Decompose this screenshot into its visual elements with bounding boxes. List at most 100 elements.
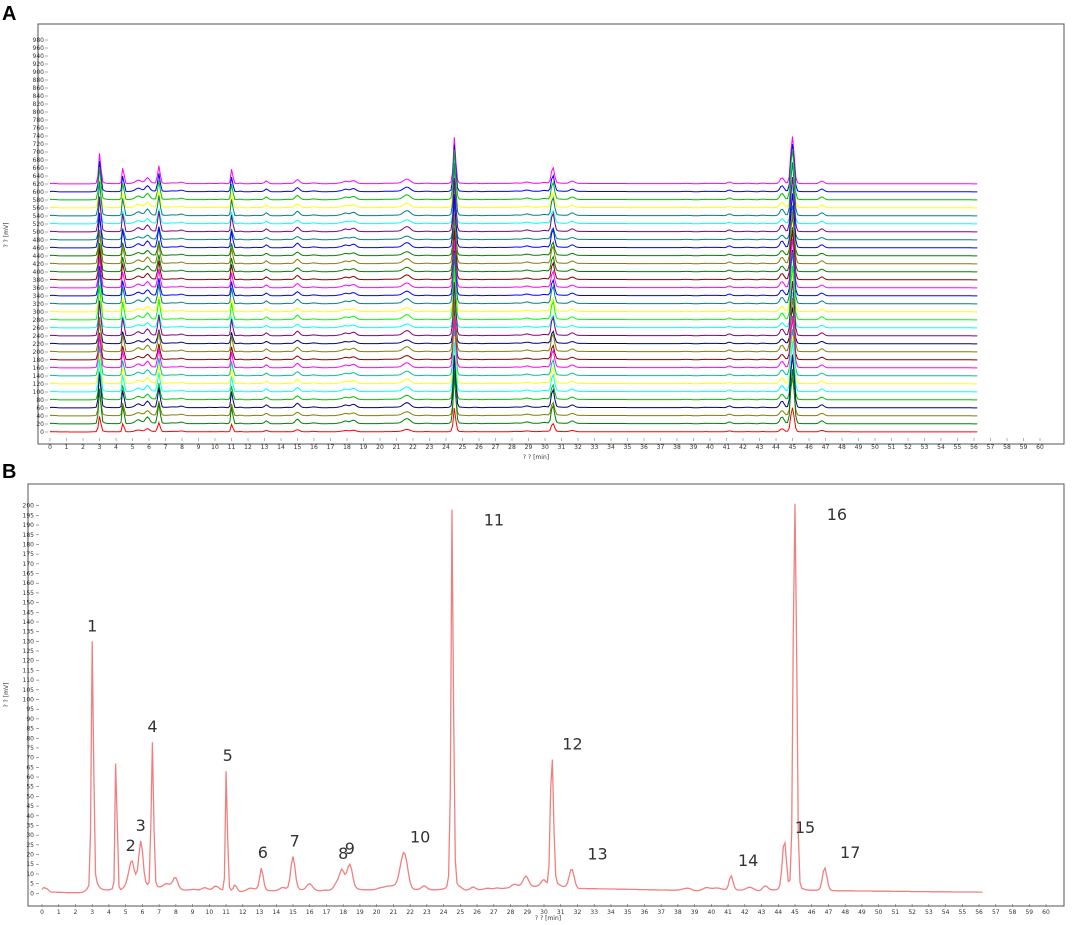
panel-b-y-tick-label: 40 bbox=[26, 813, 34, 820]
panel-a-x-tick-label: 52 bbox=[904, 444, 912, 451]
panel-a-y-tick-label: 680 bbox=[33, 157, 45, 164]
panel-b-y-tick-label: 0 bbox=[30, 890, 34, 897]
panel-a-y-tick-label: 840 bbox=[33, 93, 45, 100]
panel-a-y-tick-label: 380 bbox=[33, 277, 45, 284]
panel-b-y-tick-label: 60 bbox=[26, 774, 34, 781]
panel-b-x-tick-label: 60 bbox=[1042, 909, 1050, 916]
panel-a-y-tick-label: 320 bbox=[33, 301, 45, 308]
panel-b-peak-label-9: 9 bbox=[345, 839, 355, 858]
panel-a-x-tick-label: 42 bbox=[739, 444, 747, 451]
panel-b-y-tick-label: 25 bbox=[26, 842, 34, 849]
panel-b-x-tick-label: 24 bbox=[440, 909, 448, 916]
panel-b-x-tick-label: 21 bbox=[390, 909, 398, 916]
panel-a-x-tick-label: 43 bbox=[756, 444, 764, 451]
panel-b-x-tick-label: 23 bbox=[423, 909, 431, 916]
panel-a-y-tick-label: 120 bbox=[33, 381, 45, 388]
panel-b-letter: B bbox=[2, 461, 16, 483]
panel-a-y-tick-label: 920 bbox=[33, 61, 45, 68]
panel-a-x-tick-label: 46 bbox=[805, 444, 813, 451]
panel-a-y-tick-label: 440 bbox=[33, 253, 45, 260]
panel-a-y-tick-label: 620 bbox=[33, 181, 45, 188]
panel-a-y-tick-label: 100 bbox=[33, 389, 45, 396]
panel-b-x-tick-label: 14 bbox=[272, 909, 280, 916]
panel-b-y-tick-label: 80 bbox=[26, 735, 34, 742]
panel-b-y-tick-label: 85 bbox=[26, 726, 34, 733]
panel-a-x-tick-label: 13 bbox=[261, 444, 269, 451]
panel-a-x-tick-label: 50 bbox=[871, 444, 879, 451]
panel-a-y-axis-label: ? ? [mV] bbox=[3, 223, 10, 248]
panel-a-x-tick-label: 27 bbox=[492, 444, 500, 451]
panel-b-x-tick-label: 58 bbox=[1009, 909, 1017, 916]
panel-b-x-tick-label: 25 bbox=[457, 909, 465, 916]
panel-b-x-tick-label: 10 bbox=[206, 909, 214, 916]
panel-a-y-tick-label: 560 bbox=[33, 205, 45, 212]
panel-b-frame bbox=[27, 483, 1065, 907]
panel-b-y-tick-label: 180 bbox=[23, 541, 35, 548]
panel-b-x-tick-label: 51 bbox=[892, 909, 900, 916]
panel-a-x-tick-label: 18 bbox=[343, 444, 351, 451]
panel-a-x-tick-label: 59 bbox=[1020, 444, 1028, 451]
panel-a-x-tick-label: 0 bbox=[48, 444, 52, 451]
panel-b-y-tick-label: 160 bbox=[23, 580, 35, 587]
panel-a-y-tick-label: 140 bbox=[33, 373, 45, 380]
panel-a-y-tick-label: 520 bbox=[33, 221, 45, 228]
panel-b-x-tick-label: 17 bbox=[323, 909, 331, 916]
panel-b-x-tick-label: 13 bbox=[256, 909, 264, 916]
panel-a-x-tick-label: 38 bbox=[673, 444, 681, 451]
panel-b-x-tick-label: 5 bbox=[124, 909, 128, 916]
panel-b-x-tick-label: 7 bbox=[157, 909, 161, 916]
panel-a-y-tick-label: 540 bbox=[33, 213, 45, 220]
panel-a-y-tick-label: 700 bbox=[33, 149, 45, 156]
panel-b-x-tick-label: 3 bbox=[90, 909, 94, 916]
panel-b-peak-label-11: 11 bbox=[484, 511, 504, 530]
panel-b-y-tick-label: 150 bbox=[23, 600, 35, 607]
panel-a-y-tick-label: 40 bbox=[36, 413, 44, 420]
panel-a-letter: A bbox=[2, 3, 16, 25]
panel-b-x-tick-label: 16 bbox=[306, 909, 314, 916]
panel-b-peak-label-10: 10 bbox=[410, 828, 430, 847]
panel-a-y-tick-label: 280 bbox=[33, 317, 45, 324]
panel-b-x-tick-label: 39 bbox=[691, 909, 699, 916]
panel-b-x-tick-label: 9 bbox=[191, 909, 195, 916]
panel-a: A 02040608010012014016018020022024026028… bbox=[2, 3, 1065, 461]
panel-b: B 05101520253035404550556065707580859095… bbox=[2, 461, 1065, 922]
panel-a-y-tick-label: 880 bbox=[33, 77, 45, 84]
panel-b-y-tick-label: 35 bbox=[26, 822, 34, 829]
panel-a-x-tick-label: 36 bbox=[640, 444, 648, 451]
panel-a-y-tick-label: 660 bbox=[33, 165, 45, 172]
panel-a-y-tick-label: 180 bbox=[33, 357, 45, 364]
panel-a-x-axis-label: ? ? [min] bbox=[523, 454, 549, 461]
panel-a-y-tick-label: 780 bbox=[33, 117, 45, 124]
panel-a-x-tick-label: 33 bbox=[591, 444, 599, 451]
panel-a-y-tick-label: 580 bbox=[33, 197, 45, 204]
panel-a-x-tick-label: 44 bbox=[772, 444, 780, 451]
panel-b-peak-label-4: 4 bbox=[147, 717, 157, 736]
panel-b-x-tick-label: 50 bbox=[875, 909, 883, 916]
panel-b-x-tick-label: 43 bbox=[758, 909, 766, 916]
panel-b-y-tick-label: 135 bbox=[23, 629, 35, 636]
panel-b-x-tick-label: 47 bbox=[825, 909, 833, 916]
panel-b-y-tick-label: 95 bbox=[26, 706, 34, 713]
panel-a-y-tick-label: 600 bbox=[33, 189, 45, 196]
panel-b-y-tick-label: 30 bbox=[26, 832, 34, 839]
panel-a-x-tick-label: 56 bbox=[970, 444, 978, 451]
panel-b-x-tick-label: 18 bbox=[339, 909, 347, 916]
panel-b-y-tick-label: 185 bbox=[23, 532, 35, 539]
panel-b-y-tick-label: 15 bbox=[26, 861, 34, 868]
panel-b-peak-label-7: 7 bbox=[290, 831, 300, 850]
panel-b-x-tick-label: 28 bbox=[507, 909, 515, 916]
panel-a-x-tick-label: 45 bbox=[789, 444, 797, 451]
panel-a-x-tick-label: 20 bbox=[376, 444, 384, 451]
panel-a-x-tick-label: 23 bbox=[426, 444, 434, 451]
panel-a-y-tick-label: 60 bbox=[36, 405, 44, 412]
panel-b-x-tick-label: 33 bbox=[590, 909, 598, 916]
panel-b-y-axis-label: ? ? [mV] bbox=[3, 683, 10, 708]
panel-a-x-tick-label: 6 bbox=[147, 444, 151, 451]
panel-a-y-tick-label: 960 bbox=[33, 45, 45, 52]
panel-b-x-tick-label: 55 bbox=[959, 909, 967, 916]
panel-b-y-tick-label: 100 bbox=[23, 697, 35, 704]
panel-b-x-tick-label: 46 bbox=[808, 909, 816, 916]
panel-b-x-tick-label: 4 bbox=[107, 909, 111, 916]
panel-a-y-tick-label: 340 bbox=[33, 293, 45, 300]
panel-b-y-tick-label: 45 bbox=[26, 803, 34, 810]
